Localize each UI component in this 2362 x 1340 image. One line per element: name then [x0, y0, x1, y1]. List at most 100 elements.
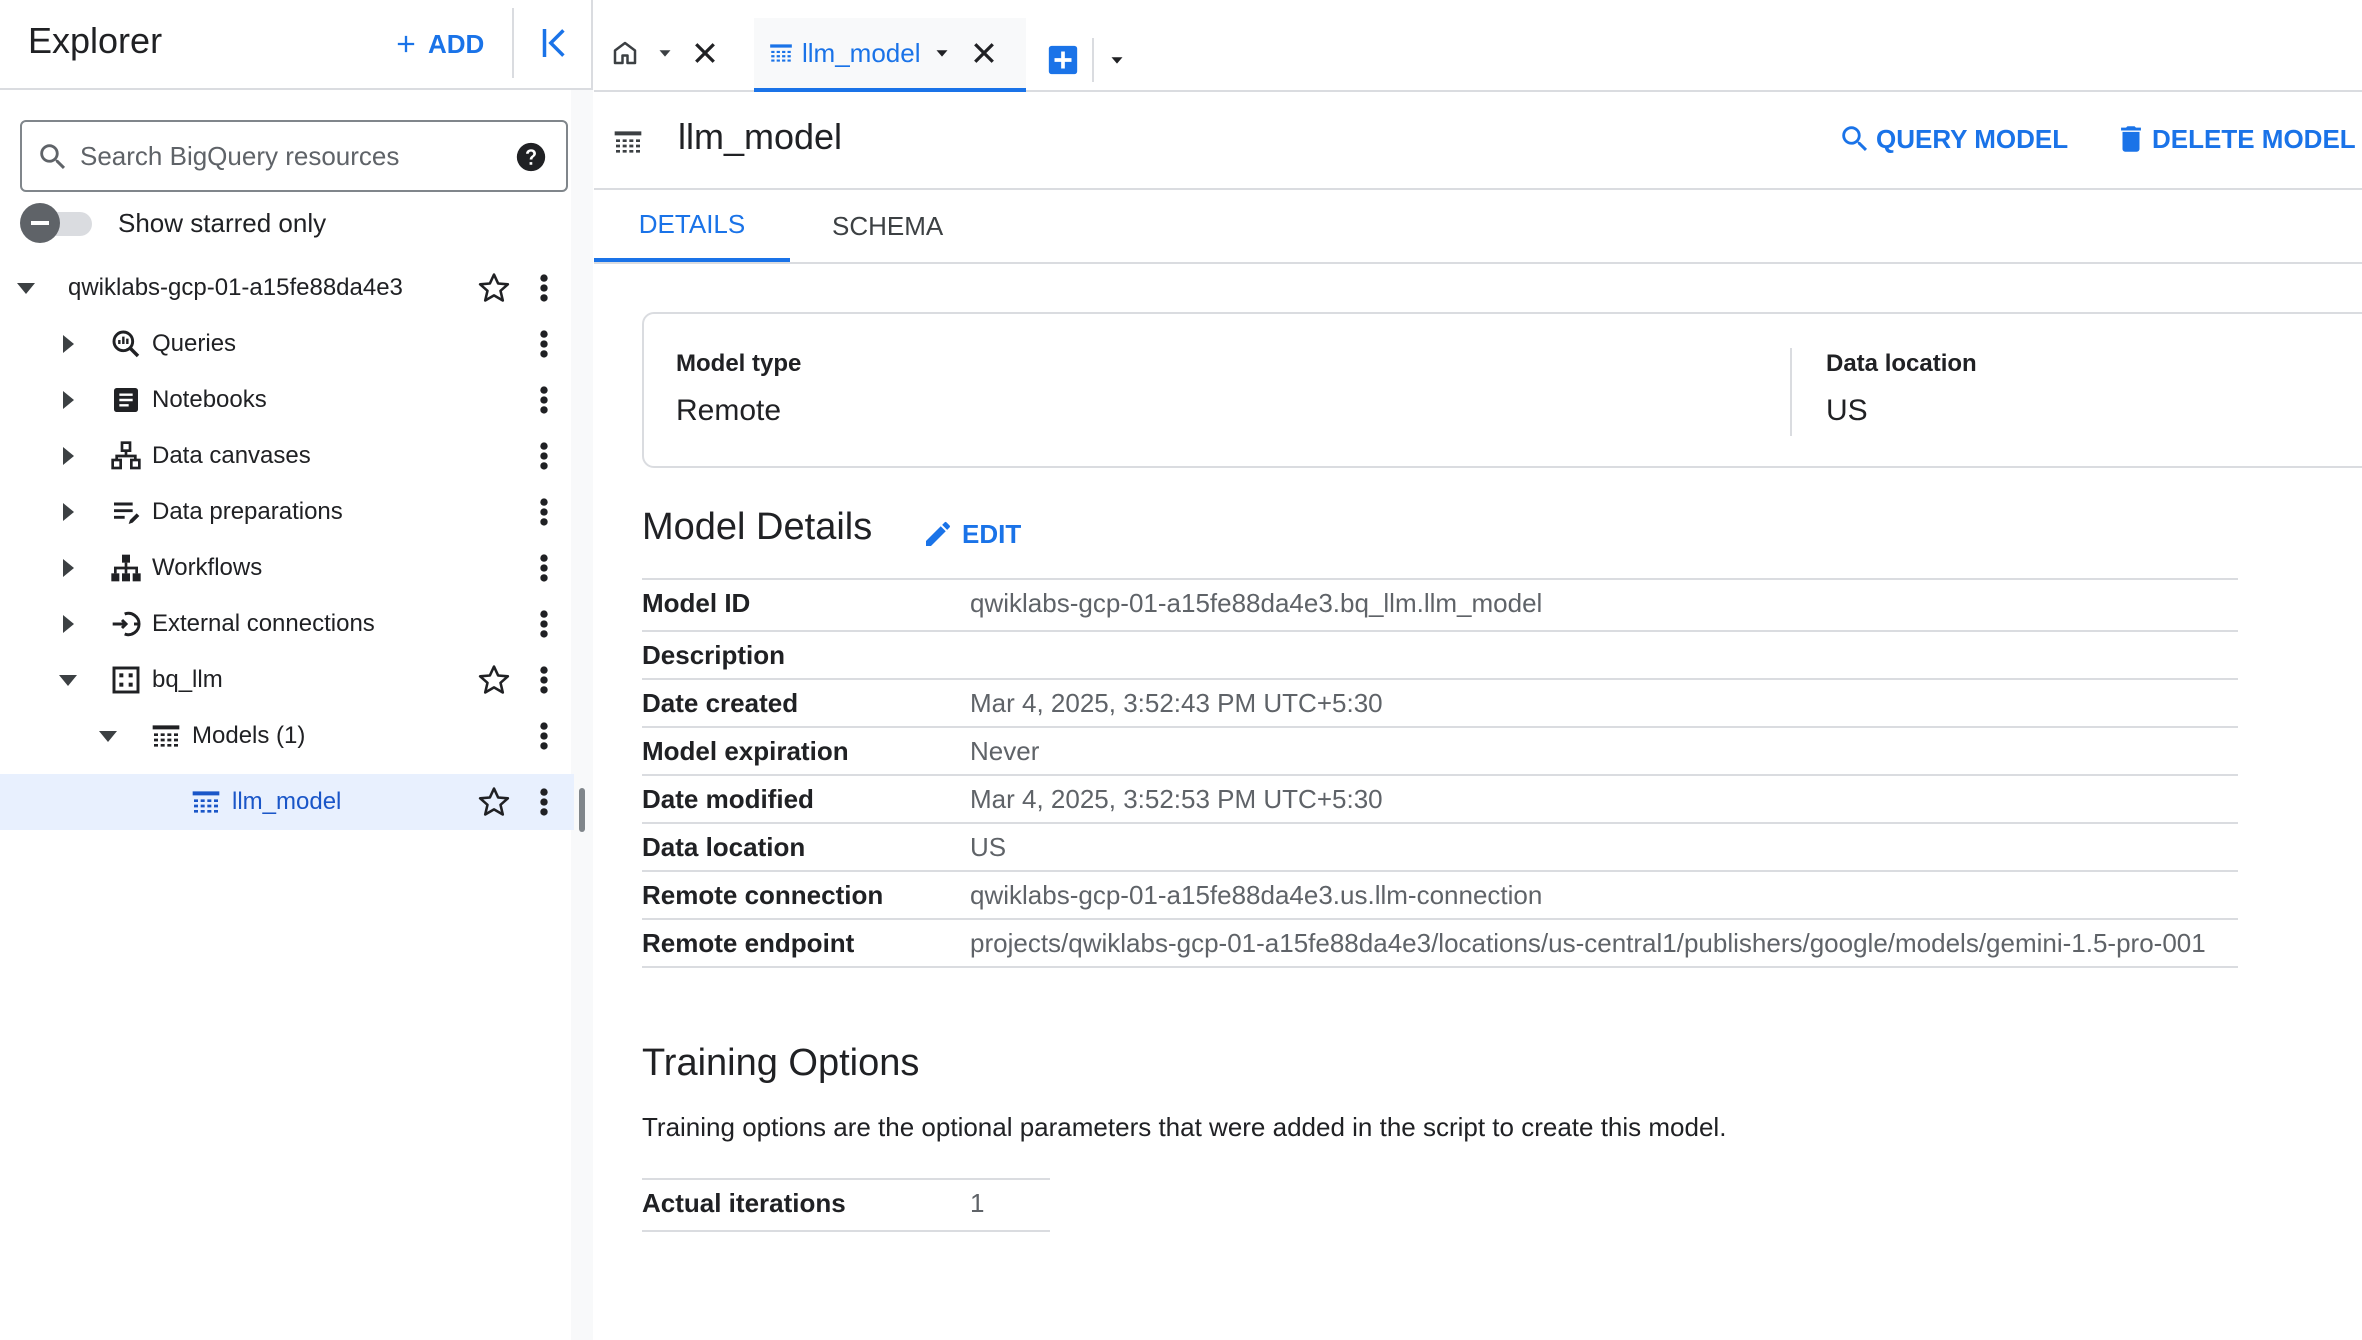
caret-right-icon[interactable]	[56, 388, 80, 412]
main-panel: llm_model llm_model QUERY MODEL DELETE M…	[594, 0, 2362, 1340]
tab-details[interactable]: DETAILS	[594, 190, 790, 262]
detail-key: Date created	[642, 688, 799, 718]
detail-row: Model ID qwiklabs-gcp-01-a15fe88da4e3.bq_…	[642, 580, 2238, 632]
starred-toggle[interactable]	[20, 203, 92, 243]
tree-scrollbar[interactable]	[579, 788, 585, 832]
star-outline-icon[interactable]	[477, 663, 511, 697]
tree-item-data-preparations[interactable]: Data preparations	[0, 484, 574, 540]
tree-item-model[interactable]: llm_model	[0, 774, 574, 830]
caret-down-icon[interactable]	[14, 276, 38, 300]
pencil-icon	[926, 521, 951, 546]
star-outline-icon[interactable]	[477, 785, 511, 819]
collapse-panel-button[interactable]	[534, 22, 576, 64]
more-vert-icon[interactable]	[532, 383, 556, 417]
data-prep-icon	[114, 502, 140, 524]
models-folder-label: Models (1)	[192, 722, 306, 749]
data-location-label: Data location	[1826, 350, 1977, 377]
more-vert-icon[interactable]	[532, 785, 556, 819]
add-button[interactable]: ADD	[392, 24, 484, 64]
close-icon[interactable]	[969, 38, 999, 68]
model-header: llm_model QUERY MODEL DELETE MODEL	[594, 92, 2362, 190]
detail-value: Mar 4, 2025, 3:52:53 PM UTC+5:30	[970, 784, 1383, 814]
more-vert-icon[interactable]	[532, 327, 556, 361]
model-type-cell: Model type Remote	[676, 350, 801, 428]
add-tab-icon[interactable]	[1046, 43, 1080, 77]
new-tab-control	[1046, 38, 1128, 82]
caret-right-icon[interactable]	[56, 444, 80, 468]
summary-card: Model type Remote Data location US	[642, 312, 2362, 468]
home-icon[interactable]	[610, 38, 640, 68]
training-key: Actual iterations	[642, 1188, 846, 1218]
detail-key: Date modified	[642, 784, 814, 814]
more-vert-icon[interactable]	[532, 663, 556, 697]
more-vert-icon[interactable]	[532, 607, 556, 641]
tab-label: llm_model	[802, 37, 921, 68]
tab-llm-model[interactable]: llm_model	[754, 18, 1026, 92]
detail-key: Remote endpoint	[642, 928, 855, 958]
model-grid-icon	[614, 131, 642, 153]
detail-value: qwiklabs-gcp-01-a15fe88da4e3.us.llm-conn…	[970, 880, 1543, 910]
tree-item-queries[interactable]: Queries	[0, 316, 574, 372]
summary-divider	[1790, 348, 1792, 436]
help-icon[interactable]	[514, 140, 548, 174]
tree-item-models-folder[interactable]: Models (1)	[0, 708, 574, 764]
caret-right-icon[interactable]	[56, 612, 80, 636]
detail-value: Mar 4, 2025, 3:52:43 PM UTC+5:30	[970, 688, 1383, 718]
add-button-label: ADD	[428, 28, 485, 59]
caret-down-icon[interactable]	[96, 724, 120, 748]
search-input[interactable]	[80, 136, 500, 176]
detail-key: Data location	[642, 832, 806, 862]
caret-right-icon[interactable]	[56, 556, 80, 580]
delete-model-button[interactable]: DELETE MODEL	[2114, 122, 2356, 156]
query-model-button[interactable]: QUERY MODEL	[1838, 122, 2068, 156]
home-tab[interactable]	[610, 30, 734, 76]
edit-label: EDIT	[962, 518, 1022, 549]
workflow-icon	[111, 554, 141, 582]
caret-right-icon[interactable]	[56, 332, 80, 356]
tree-item-notebooks[interactable]: Notebooks	[0, 372, 574, 428]
tree-item-label: Queries	[152, 330, 237, 357]
close-icon[interactable]	[690, 38, 720, 68]
model-details-table: Model ID qwiklabs-gcp-01-a15fe88da4e3.bq_…	[642, 578, 2238, 968]
detail-row: Date modified Mar 4, 2025, 3:52:53 PM UTC…	[642, 776, 2238, 824]
detail-value: US	[970, 832, 1007, 862]
training-options-table: Actual iterations 1	[642, 1178, 1050, 1232]
plus-icon	[397, 35, 415, 53]
starred-filter: Show starred only	[20, 200, 326, 246]
more-vert-icon[interactable]	[532, 719, 556, 753]
star-outline-icon[interactable]	[477, 271, 511, 305]
model-label: llm_model	[232, 788, 342, 815]
dataset-icon	[112, 666, 140, 694]
header-divider	[512, 8, 514, 78]
more-vert-icon[interactable]	[532, 271, 556, 305]
external-connection-icon	[112, 611, 141, 637]
search-icon	[40, 144, 66, 170]
detail-row: Date created Mar 4, 2025, 3:52:43 PM UTC+…	[642, 680, 2238, 728]
more-vert-icon[interactable]	[532, 439, 556, 473]
tree-item-data-canvases[interactable]: Data canvases	[0, 428, 574, 484]
project-label: qwiklabs-gcp-01-a15fe88da4e3	[68, 274, 403, 301]
tree-item-label: Data preparations	[152, 498, 343, 525]
tab-schema[interactable]: SCHEMA	[790, 190, 985, 262]
toggle-thumb	[20, 203, 60, 243]
tree-item-workflows[interactable]: Workflows	[0, 540, 574, 596]
model-details-heading: Model Details	[642, 506, 873, 548]
detail-value: Never	[970, 736, 1040, 766]
dropdown-arrow-icon[interactable]	[931, 42, 953, 64]
delete-model-label: DELETE MODEL	[2152, 123, 2356, 154]
tree-item-dataset[interactable]: bq_llm	[0, 652, 574, 708]
edit-button[interactable]: EDIT	[922, 518, 1021, 550]
caret-right-icon[interactable]	[56, 500, 80, 524]
detail-row: Remote connection qwiklabs-gcp-01-a15fe88…	[642, 872, 2238, 920]
dataset-label: bq_llm	[152, 666, 223, 693]
tree-item-external-connections[interactable]: External connections	[0, 596, 574, 652]
training-options-heading: Training Options	[642, 1042, 920, 1084]
training-row: Actual iterations 1	[642, 1180, 1050, 1232]
caret-down-icon[interactable]	[56, 668, 80, 692]
data-location-value: US	[1826, 394, 1868, 427]
tree-project[interactable]: qwiklabs-gcp-01-a15fe88da4e3	[0, 260, 574, 316]
more-vert-icon[interactable]	[532, 551, 556, 585]
more-vert-icon[interactable]	[532, 495, 556, 529]
dropdown-arrow-icon[interactable]	[654, 42, 676, 64]
dropdown-arrow-icon[interactable]	[1106, 49, 1128, 71]
